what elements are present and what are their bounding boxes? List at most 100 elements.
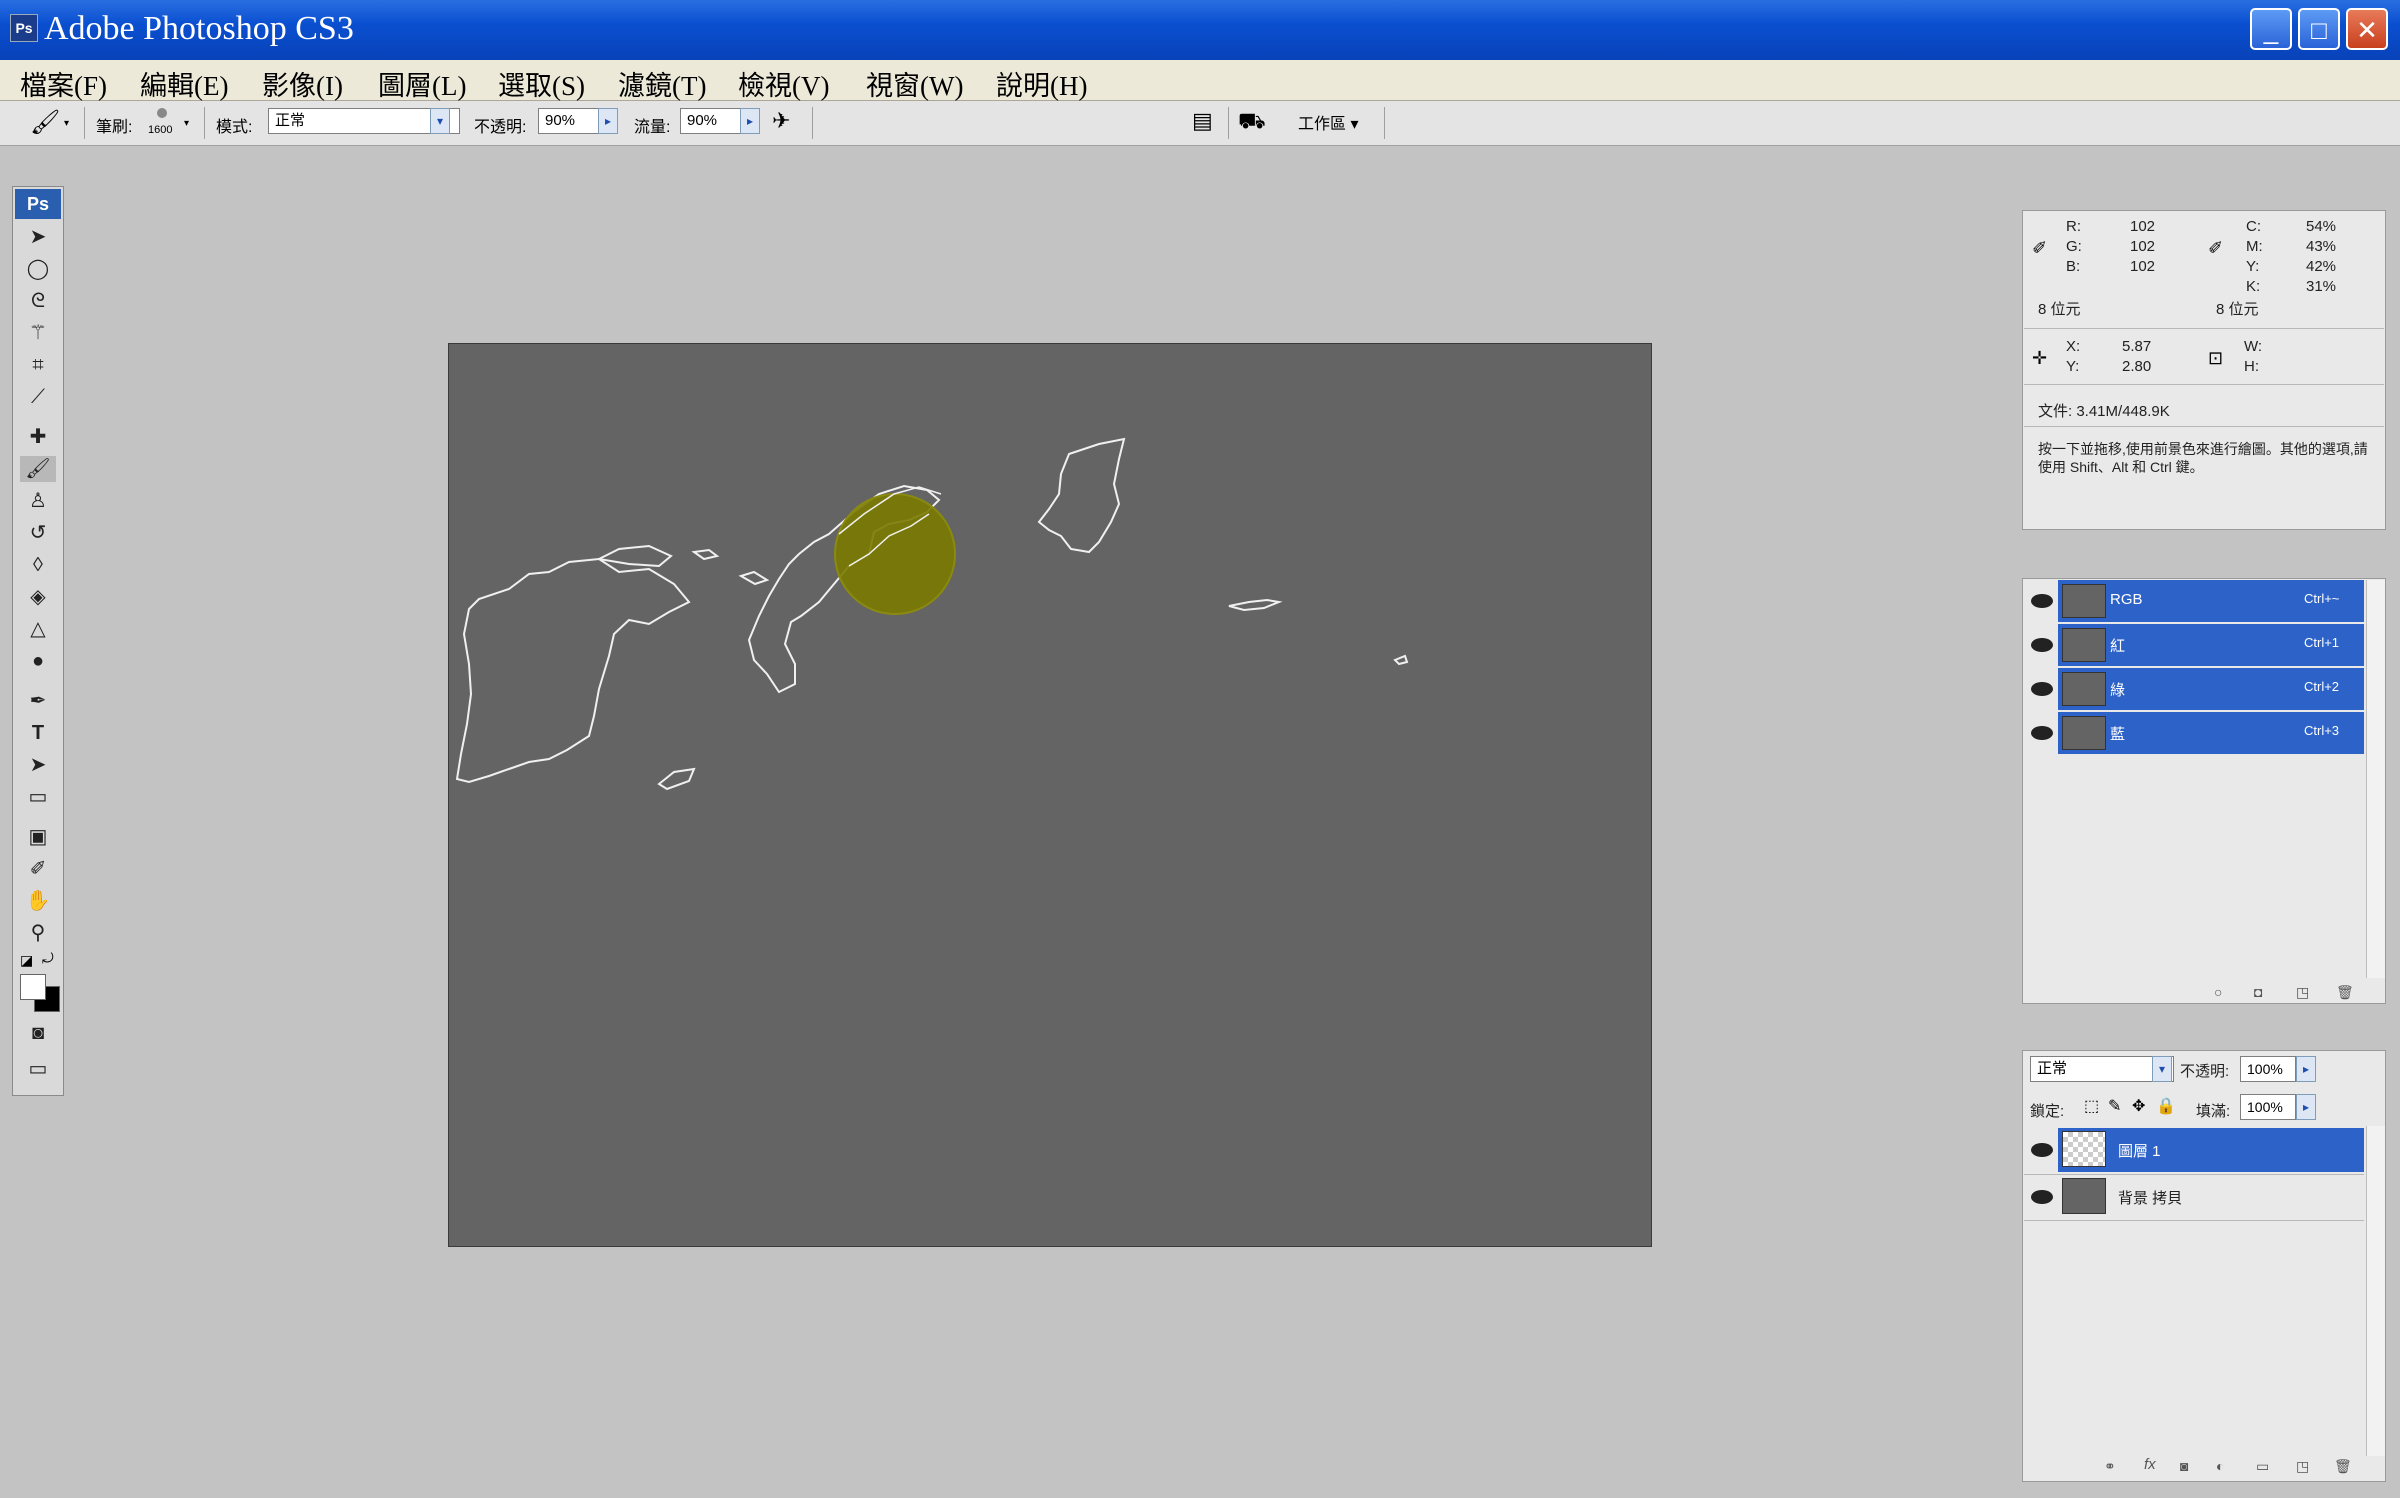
flow-input[interactable]: 90% bbox=[680, 108, 742, 134]
new-group-icon[interactable]: ▭ bbox=[2256, 1458, 2269, 1475]
menu-window[interactable]: 視窗(W) bbox=[866, 64, 963, 103]
minimize-button[interactable]: _ bbox=[2250, 8, 2292, 50]
bridge-icon[interactable]: ⛟ bbox=[1238, 108, 1266, 137]
layer-opacity-input[interactable]: 100% bbox=[2240, 1056, 2296, 1082]
info-r-label: R: bbox=[2066, 218, 2081, 235]
fill-arrow-icon[interactable]: ▸ bbox=[2296, 1094, 2316, 1120]
info-g-value: 102 bbox=[2130, 238, 2156, 255]
link-layers-icon[interactable]: ⚭ bbox=[2104, 1458, 2116, 1475]
blend-mode-dropdown-icon[interactable]: ▾ bbox=[2152, 1056, 2172, 1082]
menu-select[interactable]: 選取(S) bbox=[498, 64, 585, 103]
menu-layer[interactable]: 圖層(L) bbox=[378, 64, 466, 103]
channel-shortcut: Ctrl+3 bbox=[2304, 723, 2340, 738]
menu-file[interactable]: 檔案(F) bbox=[20, 64, 107, 103]
crop-tool-icon[interactable]: ⌗ bbox=[20, 352, 56, 378]
channels-scrollbar[interactable] bbox=[2366, 580, 2385, 978]
info-document-size: 文件: 3.41M/448.9K bbox=[2038, 403, 2170, 420]
menu-bar bbox=[0, 60, 2400, 101]
path-selection-tool-icon[interactable]: ➤ bbox=[20, 752, 56, 778]
delete-channel-icon[interactable]: 🗑 bbox=[2336, 984, 2354, 1001]
eye-icon[interactable] bbox=[2031, 726, 2053, 740]
menu-view[interactable]: 檢視(V) bbox=[738, 64, 829, 103]
layer-style-icon[interactable]: fx bbox=[2144, 1456, 2156, 1473]
flow-label: 流量: bbox=[634, 119, 671, 136]
divider bbox=[2024, 1220, 2364, 1221]
opacity-slider-arrow-icon[interactable]: ▸ bbox=[598, 108, 618, 134]
foreground-color-swatch[interactable] bbox=[20, 974, 46, 1000]
eye-icon[interactable] bbox=[2031, 1143, 2053, 1157]
blur-tool-icon[interactable]: △ bbox=[20, 616, 56, 642]
photoshop-app-icon: Ps bbox=[10, 14, 38, 42]
airbrush-icon[interactable]: ✈ bbox=[772, 108, 790, 134]
healing-brush-tool-icon[interactable]: ✚ bbox=[20, 424, 56, 450]
eyedropper-cmyk-icon: ✐ bbox=[2208, 238, 2224, 258]
close-button[interactable]: ✕ bbox=[2346, 8, 2388, 50]
layers-scrollbar[interactable] bbox=[2366, 1126, 2385, 1456]
menu-help[interactable]: 說明(H) bbox=[996, 64, 1087, 103]
pen-tool-icon[interactable]: ✒ bbox=[20, 688, 56, 714]
eye-icon[interactable] bbox=[2031, 594, 2053, 608]
notes-tool-icon[interactable]: ▣ bbox=[20, 824, 56, 850]
separator bbox=[84, 107, 85, 139]
quick-mask-icon[interactable]: ◙ bbox=[20, 1020, 56, 1046]
lock-position-icon[interactable]: ✥ bbox=[2132, 1096, 2145, 1116]
brush-tool-preset-icon[interactable]: 🖌 bbox=[30, 108, 60, 137]
workspace-menu[interactable]: 工作區 ▾ bbox=[1298, 110, 1358, 134]
delete-layer-icon[interactable]: 🗑 bbox=[2334, 1458, 2352, 1475]
slice-tool-icon[interactable]: ⟋ bbox=[20, 384, 56, 410]
eye-icon[interactable] bbox=[2031, 682, 2053, 696]
hand-tool-icon[interactable]: ✋ bbox=[20, 888, 56, 914]
document-canvas[interactable] bbox=[448, 343, 1652, 1247]
brush-cursor bbox=[834, 493, 956, 615]
eyedropper-tool-icon[interactable]: ✐ bbox=[20, 856, 56, 882]
new-layer-icon[interactable]: ◳ bbox=[2296, 1458, 2309, 1475]
opacity-input[interactable]: 90% bbox=[538, 108, 600, 134]
clone-stamp-tool-icon[interactable]: ♙ bbox=[20, 488, 56, 514]
layer-opacity-arrow-icon[interactable]: ▸ bbox=[2296, 1056, 2316, 1082]
palette-well-icon[interactable]: ▤ bbox=[1192, 108, 1213, 134]
menu-edit[interactable]: 編輯(E) bbox=[140, 64, 228, 103]
ps-logo[interactable]: Ps bbox=[15, 189, 61, 219]
brush-dropdown-icon[interactable]: ▾ bbox=[184, 118, 189, 129]
paint-bucket-tool-icon[interactable]: ◈ bbox=[20, 584, 56, 610]
new-channel-icon[interactable]: ◳ bbox=[2296, 984, 2309, 1001]
screen-mode-icon[interactable]: ▭ bbox=[20, 1056, 56, 1082]
lock-image-icon[interactable]: ✎ bbox=[2108, 1096, 2121, 1116]
flow-slider-arrow-icon[interactable]: ▸ bbox=[740, 108, 760, 134]
island-outline-islets-2 bbox=[1393, 654, 1409, 666]
layer-name: 背景 拷貝 bbox=[2118, 1190, 2183, 1207]
brush-picker[interactable]: 1600 bbox=[148, 106, 178, 140]
eye-icon[interactable] bbox=[2031, 638, 2053, 652]
eraser-tool-icon[interactable]: ◊ bbox=[20, 552, 56, 578]
brush-tool-icon[interactable]: 🖌 bbox=[20, 456, 56, 482]
maximize-button[interactable]: □ bbox=[2298, 8, 2340, 50]
history-brush-tool-icon[interactable]: ↺ bbox=[20, 520, 56, 546]
separator bbox=[1228, 107, 1229, 139]
lock-all-icon[interactable]: 🔒 bbox=[2156, 1096, 2176, 1116]
lock-transparent-icon[interactable]: ⬚ bbox=[2084, 1096, 2099, 1116]
adjustment-layer-icon[interactable]: ◐ bbox=[2216, 1458, 2224, 1474]
load-channel-as-selection-icon[interactable]: ○ bbox=[2214, 984, 2222, 1000]
dodge-tool-icon[interactable]: ● bbox=[20, 648, 56, 674]
shape-tool-icon[interactable]: ▭ bbox=[20, 784, 56, 810]
mode-dropdown-icon[interactable]: ▾ bbox=[430, 108, 450, 134]
preset-dropdown-icon[interactable]: ▾ bbox=[64, 118, 69, 129]
lasso-tool-icon[interactable]: ᘓ bbox=[20, 288, 56, 314]
magic-wand-tool-icon[interactable]: ⚚ bbox=[20, 320, 56, 346]
channel-name: 藍 bbox=[2110, 726, 2126, 743]
marquee-tool-icon[interactable]: ◯ bbox=[20, 256, 56, 282]
type-tool-icon[interactable]: T bbox=[20, 720, 56, 746]
swap-colors-icon[interactable]: ⤾ bbox=[42, 950, 54, 967]
menu-image[interactable]: 影像(I) bbox=[262, 64, 343, 103]
save-selection-as-channel-icon[interactable]: ◘ bbox=[2254, 984, 2262, 1000]
info-g-label: G: bbox=[2066, 238, 2082, 255]
island-outline-small-1 bbox=[595, 544, 673, 568]
fill-input[interactable]: 100% bbox=[2240, 1094, 2296, 1120]
move-tool-icon[interactable]: ➤ bbox=[20, 224, 56, 250]
eye-icon[interactable] bbox=[2031, 1190, 2053, 1204]
layer-mask-icon[interactable]: ◙ bbox=[2180, 1458, 2188, 1474]
menu-filter[interactable]: 濾鏡(T) bbox=[618, 64, 706, 103]
zoom-tool-icon[interactable]: ⚲ bbox=[20, 920, 56, 946]
window-title: Adobe Photoshop CS3 bbox=[44, 10, 354, 47]
default-colors-icon[interactable]: ◪ bbox=[20, 952, 33, 969]
